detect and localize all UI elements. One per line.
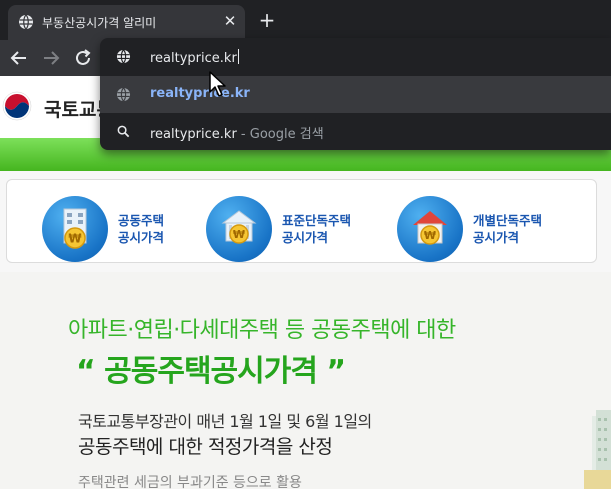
apartment-icon: ₩ [42,196,108,262]
tab-strip: 부동산공시가격 알리미 ✕ + [0,0,611,40]
category-individual-house-label: 개별단독주택 공시가격 [473,213,543,245]
standard-house-icon: ₩ [206,196,272,262]
category-individual-house[interactable]: ₩ 개별단독주택 공시가격 [397,196,577,264]
banner-description-1: 국토교통부장관이 매년 1월 1일 및 6월 1일의 [78,412,372,431]
building-illustration [584,410,611,489]
banner-description-2: 공동주택에 대한 적정가격을 산정 [78,436,333,458]
category-apartment[interactable]: ₩ 공동주택 공시가격 [42,196,182,264]
arrow-right-icon [44,51,60,65]
omnibox-dropdown: realtyprice.kr realtyprice.kr realtypric… [100,38,611,150]
individual-house-icon: ₩ [397,196,463,262]
svg-text:₩: ₩ [233,228,245,241]
tab-title: 부동산공시가격 알리미 [42,16,157,30]
suggestion-search-text: realtyprice.kr [150,127,237,142]
banner-headline-top: 아파트·연립·다세대주택 등 공동주택에 대한 [68,318,456,343]
omnibox-suggestion-url[interactable]: realtyprice.kr [100,76,611,113]
category-strip: ₩ 공동주택 공시가격 ₩ 표준단독주택 공시가격 ₩ 개별단독주택 공시가격 [0,171,611,272]
forward-button[interactable] [40,47,62,69]
category-standard-house[interactable]: ₩ 표준단독주택 공시가격 [206,196,376,264]
reload-button[interactable] [72,47,94,69]
globe-icon [116,87,131,102]
svg-text:₩: ₩ [68,232,82,246]
government-emblem-logo[interactable] [2,91,32,121]
mouse-cursor-icon [209,71,226,97]
arrow-left-icon [10,51,26,65]
banner-headline-main: “ 공동주택공시가격 ” [76,354,346,389]
address-bar[interactable]: realtyprice.kr [100,38,611,76]
new-tab-button[interactable]: + [256,9,278,31]
banner-description-3: 주택관련 세금의 부과기준 등으로 활용 [78,475,302,489]
category-apartment-label: 공동주택 공시가격 [118,213,165,245]
text-caret [237,49,239,64]
address-input[interactable]: realtyprice.kr [150,49,239,66]
suggestion-url-text: realtyprice.kr [150,86,250,101]
browser-tab[interactable]: 부동산공시가격 알리미 ✕ [8,5,245,40]
globe-icon [19,14,33,30]
reload-icon [76,49,91,65]
close-tab-icon[interactable]: ✕ [220,11,240,31]
search-icon [117,125,130,138]
category-box: ₩ 공동주택 공시가격 ₩ 표준단독주택 공시가격 ₩ 개별단독주택 공시가격 [6,179,597,263]
back-button[interactable] [8,47,30,69]
category-standard-house-label: 표준단독주택 공시가격 [282,213,352,245]
svg-text:₩: ₩ [424,229,436,242]
omnibox-suggestion-search[interactable]: realtyprice.kr - Google 검색 [100,113,611,150]
suggestion-search-suffix: - Google 검색 [236,127,324,142]
globe-icon [116,49,131,64]
